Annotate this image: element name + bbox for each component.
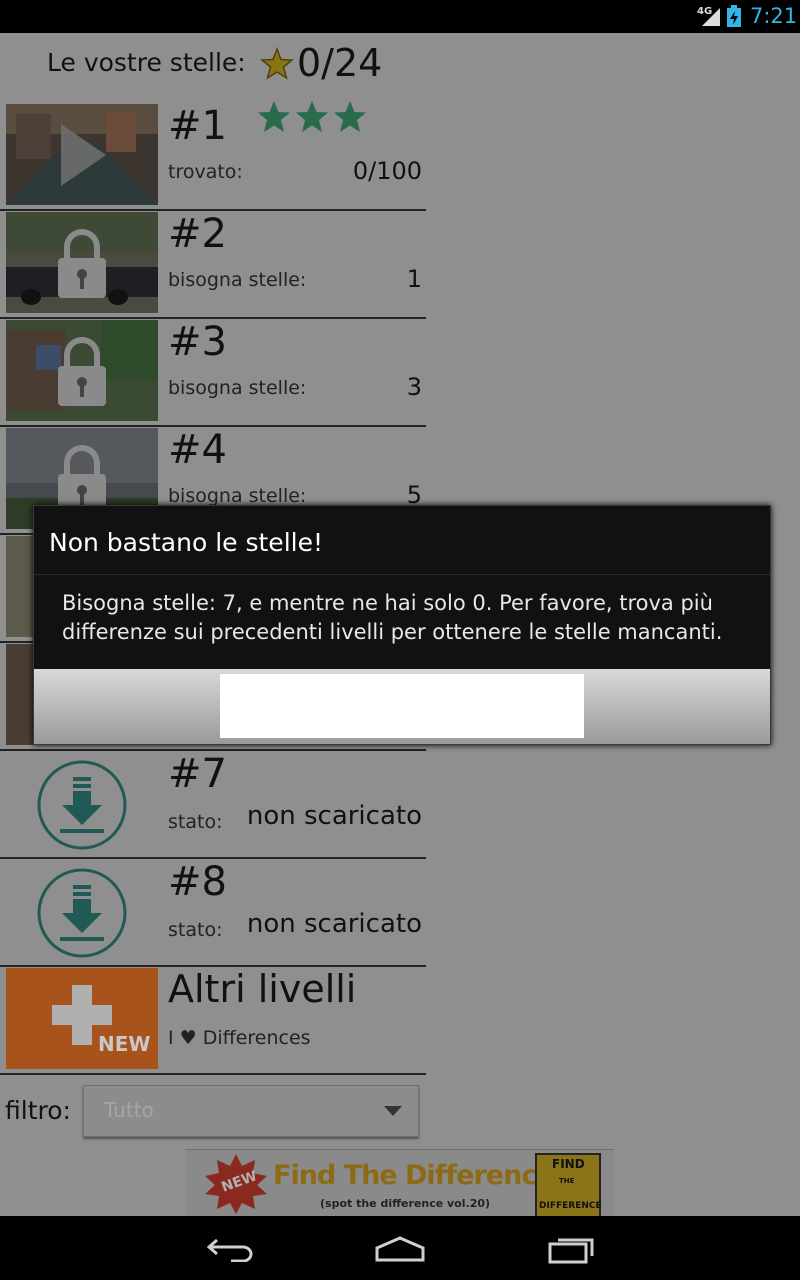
level-row-3[interactable]: #3 bisogna stelle: 3 [0,317,426,427]
more-levels-subtitle: I ♥ Differences [168,1027,311,1049]
new-levels-tile: NEW [6,968,158,1069]
ad-logo: FIND THE DIFFERENCE [535,1153,602,1219]
level-key: bisogna stelle: [168,377,307,399]
signal-icon [702,8,720,26]
ad-title: Find The Difference [273,1160,555,1191]
level-row-8[interactable]: #8 stato: non scaricato [0,857,426,967]
level-value: 3 [406,373,422,401]
filter-label: filtro: [5,1096,71,1125]
download-icon [37,868,127,958]
level-number: #8 [168,859,227,905]
dialog-message: Bisogna stelle: 7, e mentre ne hai solo … [62,591,723,644]
level-value: 1 [406,265,422,293]
back-icon[interactable] [205,1236,255,1262]
level-number: #3 [168,319,227,365]
level-row-7[interactable]: #7 stato: non scaricato [0,749,426,859]
recent-apps-icon[interactable] [548,1234,596,1264]
more-levels-title: Altri livelli [168,967,357,1011]
dropdown-arrow-icon [384,1106,402,1116]
download-icon [37,760,127,850]
level-stars-icon [258,101,366,132]
gold-star-icon [260,47,294,80]
level-value: 0/100 [352,157,422,185]
filter-dropdown[interactable]: Tutto [83,1085,419,1137]
ad-banner[interactable]: NEW Find The Difference (spot the differ… [185,1149,614,1219]
home-icon[interactable] [375,1236,425,1262]
level-thumbnail [6,104,158,205]
level-key: trovato: [168,161,243,183]
ad-subtitle: (spot the difference vol.20) [320,1197,491,1210]
dialog-divider [34,574,770,575]
stars-count: 0/24 [297,41,383,85]
stars-label: Le vostre stelle: [47,48,246,77]
dialog-button-bar [34,669,770,744]
more-levels-row[interactable]: NEW Altri livelli I ♥ Differences [0,965,426,1075]
dialog-title: Non bastano le stelle! [49,528,323,557]
new-badge: NEW [98,1032,151,1056]
level-thumbnail [6,320,158,421]
clock: 7:21 [750,4,798,28]
level-key: bisogna stelle: [168,269,307,291]
level-number: #2 [168,211,227,257]
level-key: bisogna stelle: [168,485,307,507]
battery-charging-icon [727,5,741,27]
level-thumbnail [6,212,158,313]
status-bar: 4G 7:21 [0,0,800,33]
not-enough-stars-dialog: Non bastano le stelle! Bisogna stelle: 7… [33,505,771,745]
level-row-2[interactable]: #2 bisogna stelle: 1 [0,209,426,319]
navigation-bar [0,1216,800,1280]
level-number: #7 [168,751,227,797]
dialog-ok-button[interactable] [220,674,584,738]
level-number: #4 [168,427,227,473]
level-value: non scaricato [246,801,422,831]
level-value: non scaricato [246,909,422,939]
level-row-1[interactable]: #1 trovato: 0/100 [0,101,426,211]
level-number: #1 [168,103,227,149]
filter-value: Tutto [104,1098,154,1122]
level-key: stato: [168,811,223,833]
level-key: stato: [168,919,223,941]
